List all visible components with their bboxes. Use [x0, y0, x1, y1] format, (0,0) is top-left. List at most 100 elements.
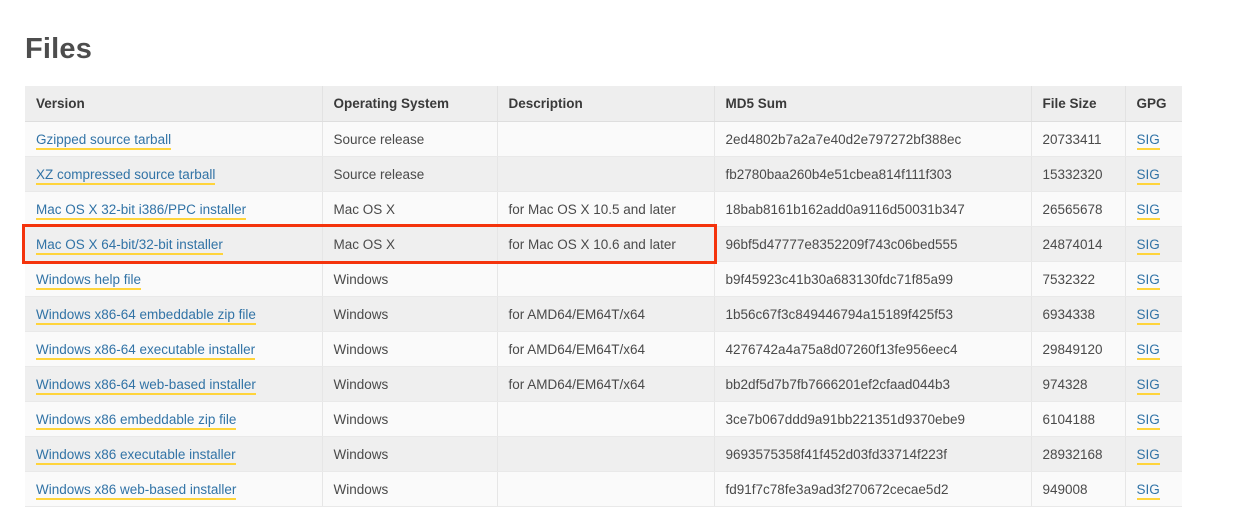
- cell-operating-system: Windows: [322, 261, 498, 297]
- download-link[interactable]: Windows x86 executable installer: [36, 446, 236, 465]
- cell-md5-sum: 96bf5d47777e8352209f743c06bed555: [714, 226, 1032, 262]
- gpg-signature-link[interactable]: SIG: [1136, 411, 1160, 430]
- cell-operating-system: Windows: [322, 471, 498, 507]
- download-link[interactable]: Windows x86-64 web-based installer: [36, 376, 256, 395]
- cell-md5-sum: fb2780baa260b4e51cbea814f111f303: [714, 156, 1032, 192]
- column-header-file-size: File Size: [1031, 86, 1126, 122]
- cell-gpg: SIG: [1125, 261, 1182, 297]
- download-link[interactable]: Windows x86-64 executable installer: [36, 341, 256, 360]
- cell-operating-system: Mac OS X: [322, 226, 498, 262]
- cell-operating-system: Source release: [322, 156, 498, 192]
- column-header-md5-sum: MD5 Sum: [714, 86, 1032, 122]
- cell-version: Windows x86 web-based installer: [25, 471, 323, 507]
- download-link[interactable]: Windows x86-64 embeddable zip file: [36, 306, 256, 325]
- cell-md5-sum: b9f45923c41b30a683130fdc71f85a99: [714, 261, 1032, 297]
- table-row: Mac OS X 64-bit/32-bit installer Mac OS X…: [25, 226, 1182, 262]
- cell-md5-sum: fd91f7c78fe3a9ad3f270672cecae5d2: [714, 471, 1032, 507]
- cell-md5-sum: 3ce7b067ddd9a91bb221351d9370ebe9: [714, 401, 1032, 437]
- cell-operating-system: Windows: [322, 331, 498, 367]
- cell-file-size: 20733411: [1031, 121, 1126, 157]
- cell-gpg: SIG: [1125, 156, 1182, 192]
- table-row: Windows x86 web-based installer Windows fd…: [25, 471, 1182, 507]
- table-row: Windows x86 executable installer Windows 9…: [25, 436, 1182, 472]
- download-link[interactable]: Gzipped source tarball: [36, 131, 172, 150]
- page-title: Files: [25, 33, 93, 66]
- table-header-row: Version Operating System Description MD5…: [25, 86, 1182, 122]
- cell-md5-sum: bb2df5d7b7fb7666201ef2cfaad044b3: [714, 366, 1032, 402]
- table-row: XZ compressed source tarball Source relea…: [25, 156, 1182, 192]
- cell-version: Windows x86-64 web-based installer: [25, 366, 323, 402]
- table-row: Mac OS X 32-bit i386/PPC installer Mac OS…: [25, 191, 1182, 227]
- gpg-signature-link[interactable]: SIG: [1136, 306, 1160, 325]
- cell-md5-sum: 2ed4802b7a2a7e40d2e797272bf388ec: [714, 121, 1032, 157]
- cell-md5-sum: 1b56c67f3c849446794a15189f425f53: [714, 296, 1032, 332]
- gpg-signature-link[interactable]: SIG: [1136, 131, 1160, 150]
- cell-operating-system: Source release: [322, 121, 498, 157]
- download-link[interactable]: XZ compressed source tarball: [36, 166, 216, 185]
- files-page: Files Version Operating System Descripti…: [0, 0, 1237, 518]
- cell-file-size: 6934338: [1031, 296, 1126, 332]
- gpg-signature-link[interactable]: SIG: [1136, 446, 1160, 465]
- table-row: Windows x86-64 web-based installer Window…: [25, 366, 1182, 402]
- cell-gpg: SIG: [1125, 226, 1182, 262]
- table-row: Windows x86 embeddable zip file Windows 3c…: [25, 401, 1182, 437]
- gpg-signature-link[interactable]: SIG: [1136, 341, 1160, 360]
- download-link[interactable]: Windows x86 embeddable zip file: [36, 411, 237, 430]
- cell-version: XZ compressed source tarball: [25, 156, 323, 192]
- cell-md5-sum: 18bab8161b162add0a9116d50031b347: [714, 191, 1032, 227]
- gpg-signature-link[interactable]: SIG: [1136, 376, 1160, 395]
- table-row: Gzipped source tarball Source release 2ed4…: [25, 121, 1182, 157]
- table-row: Windows x86-64 embeddable zip file Window…: [25, 296, 1182, 332]
- cell-file-size: 7532322: [1031, 261, 1126, 297]
- cell-version: Windows x86-64 executable installer: [25, 331, 323, 367]
- cell-description: [497, 156, 715, 192]
- cell-version: Mac OS X 32-bit i386/PPC installer: [25, 191, 323, 227]
- cell-md5-sum: 9693575358f41f452d03fd33714f223f: [714, 436, 1032, 472]
- files-table-container: Version Operating System Description MD5…: [25, 86, 1182, 507]
- download-link[interactable]: Mac OS X 32-bit i386/PPC installer: [36, 201, 247, 220]
- download-link[interactable]: Windows x86 web-based installer: [36, 481, 237, 500]
- cell-version: Windows x86 embeddable zip file: [25, 401, 323, 437]
- gpg-signature-link[interactable]: SIG: [1136, 271, 1160, 290]
- table-body: Gzipped source tarball Source release 2ed4…: [25, 121, 1182, 507]
- cell-version: Windows help file: [25, 261, 323, 297]
- cell-gpg: SIG: [1125, 471, 1182, 507]
- files-table: Version Operating System Description MD5…: [25, 86, 1182, 507]
- cell-file-size: 6104188: [1031, 401, 1126, 437]
- gpg-signature-link[interactable]: SIG: [1136, 201, 1160, 220]
- cell-file-size: 28932168: [1031, 436, 1126, 472]
- column-header-version: Version: [25, 86, 323, 122]
- cell-description: for AMD64/EM64T/x64: [497, 296, 715, 332]
- cell-description: [497, 261, 715, 297]
- download-link[interactable]: Mac OS X 64-bit/32-bit installer: [36, 236, 223, 255]
- cell-gpg: SIG: [1125, 121, 1182, 157]
- cell-description: [497, 436, 715, 472]
- cell-version: Mac OS X 64-bit/32-bit installer: [25, 226, 323, 262]
- cell-file-size: 949008: [1031, 471, 1126, 507]
- cell-file-size: 24874014: [1031, 226, 1126, 262]
- gpg-signature-link[interactable]: SIG: [1136, 236, 1160, 255]
- cell-description: for AMD64/EM64T/x64: [497, 331, 715, 367]
- table-header: Version Operating System Description MD5…: [25, 86, 1182, 122]
- table-row: Windows help file Windows b9f45923c41b30a6…: [25, 261, 1182, 297]
- cell-file-size: 974328: [1031, 366, 1126, 402]
- cell-description: [497, 121, 715, 157]
- gpg-signature-link[interactable]: SIG: [1136, 481, 1160, 500]
- cell-description: for AMD64/EM64T/x64: [497, 366, 715, 402]
- cell-operating-system: Windows: [322, 401, 498, 437]
- cell-gpg: SIG: [1125, 401, 1182, 437]
- cell-operating-system: Windows: [322, 366, 498, 402]
- cell-version: Windows x86-64 embeddable zip file: [25, 296, 323, 332]
- download-link[interactable]: Windows help file: [36, 271, 142, 290]
- cell-description: [497, 471, 715, 507]
- cell-gpg: SIG: [1125, 331, 1182, 367]
- cell-version: Gzipped source tarball: [25, 121, 323, 157]
- cell-file-size: 15332320: [1031, 156, 1126, 192]
- gpg-signature-link[interactable]: SIG: [1136, 166, 1160, 185]
- column-header-operating-system: Operating System: [322, 86, 498, 122]
- cell-description: for Mac OS X 10.5 and later: [497, 191, 715, 227]
- cell-operating-system: Windows: [322, 296, 498, 332]
- cell-operating-system: Windows: [322, 436, 498, 472]
- column-header-gpg: GPG: [1125, 86, 1182, 122]
- table-row: Windows x86-64 executable installer Windo…: [25, 331, 1182, 367]
